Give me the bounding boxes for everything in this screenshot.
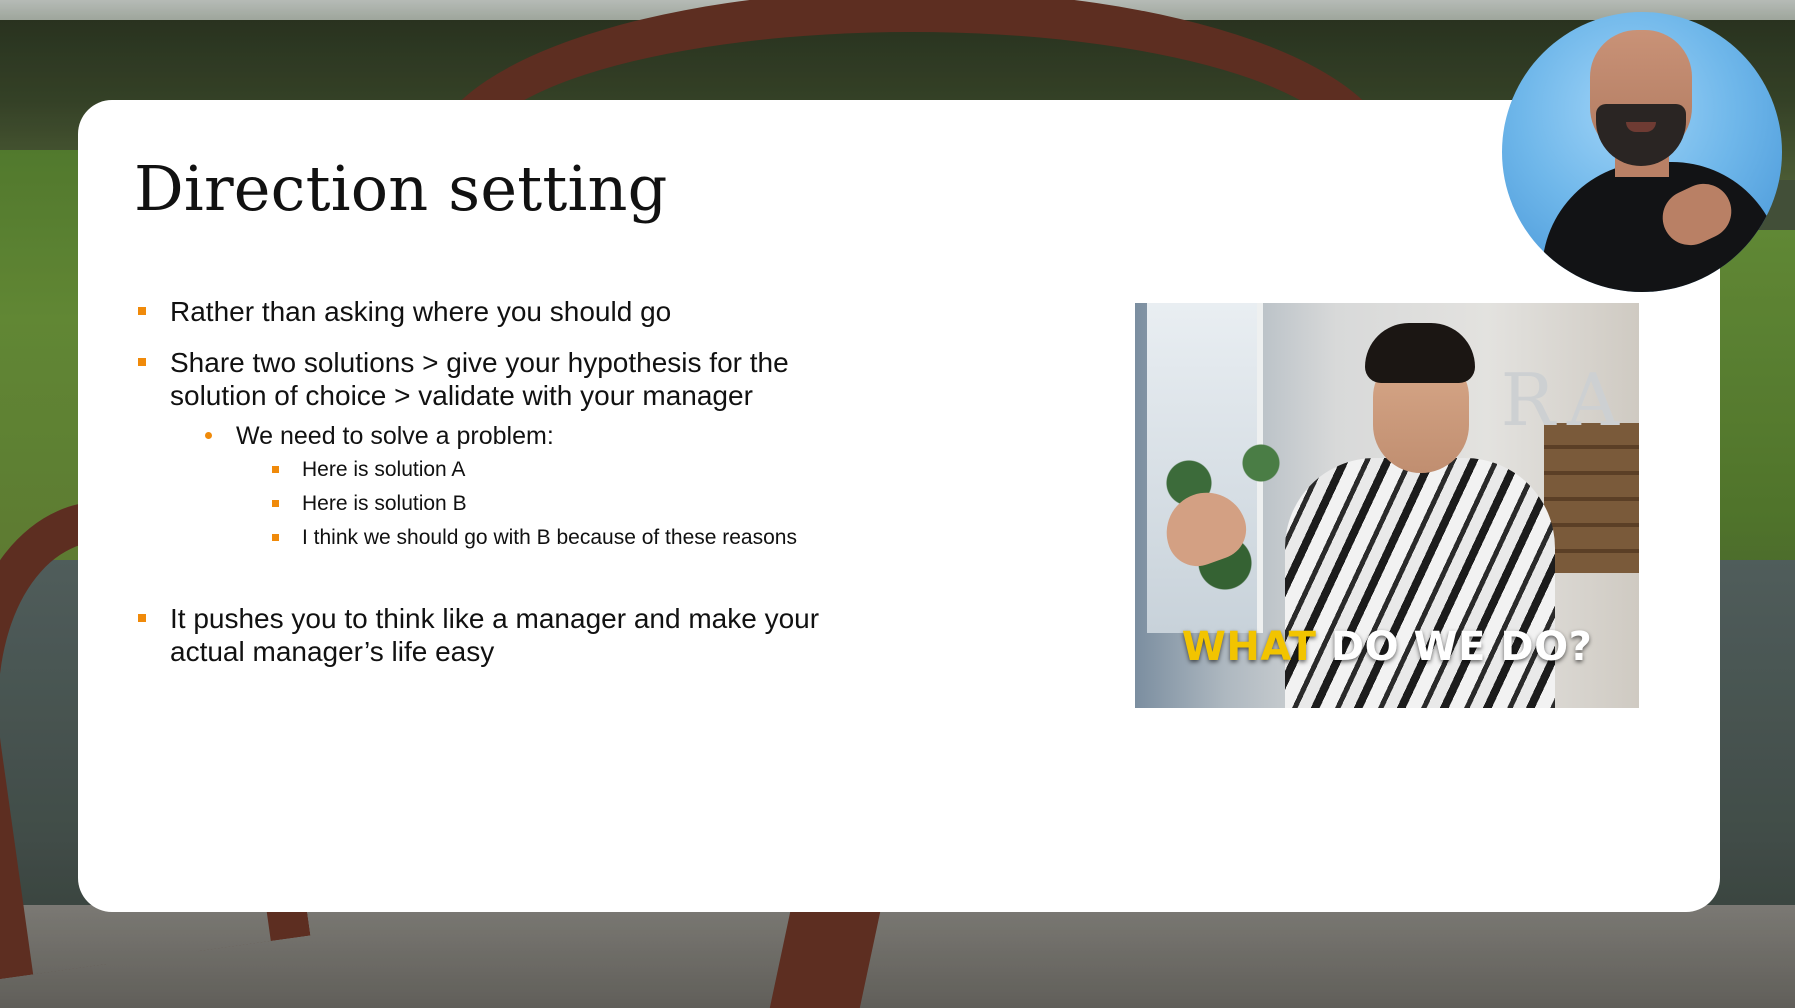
meme-shelf	[1544, 423, 1639, 573]
meme-sweater	[1285, 458, 1555, 708]
meme-caption: WHAT DO WE DO?	[1135, 624, 1639, 670]
bullet-text: Here is solution A	[302, 458, 466, 481]
sub-sub-bullet-item: Here is solution B	[272, 491, 872, 516]
bullet-marker	[138, 307, 146, 315]
bullet-text: It pushes you to think like a manager an…	[170, 603, 820, 667]
slide-title: Direction setting	[134, 152, 668, 225]
bullet-marker	[138, 358, 146, 366]
meme-caption-rest: DO WE DO?	[1330, 624, 1593, 670]
webcam-presenter-beard	[1596, 104, 1686, 166]
sub-sub-bullet-item: I think we should go with B because of t…	[272, 525, 912, 550]
bullet-marker	[138, 614, 146, 622]
bullet-text: Share two solutions > give your hypothes…	[170, 347, 789, 411]
bullet-item: Rather than asking where you should go	[138, 295, 898, 328]
bullet-item: Share two solutions > give your hypothes…	[138, 346, 898, 412]
bullet-text: Rather than asking where you should go	[170, 296, 672, 327]
bullet-text: We need to solve a problem:	[236, 422, 554, 450]
presenter-webcam	[1502, 12, 1782, 292]
meme-hair	[1365, 323, 1475, 383]
bullet-marker	[272, 466, 279, 473]
bullet-item: It pushes you to think like a manager an…	[138, 602, 898, 668]
bullet-marker	[272, 500, 279, 507]
meme-caption-highlight: WHAT	[1181, 624, 1317, 670]
webcam-presenter-shirt	[1542, 162, 1782, 292]
sub-sub-bullet-item: Here is solution A	[272, 457, 872, 482]
sub-bullet-item: We need to solve a problem:	[205, 421, 805, 451]
slide-card: Direction setting Rather than asking whe…	[78, 100, 1720, 912]
bullet-marker	[205, 432, 212, 439]
meme-image: RA WHAT DO WE DO?	[1135, 303, 1639, 708]
bullet-text: I think we should go with B because of t…	[302, 526, 797, 549]
bullet-text: Here is solution B	[302, 492, 467, 515]
bullet-marker	[272, 534, 279, 541]
